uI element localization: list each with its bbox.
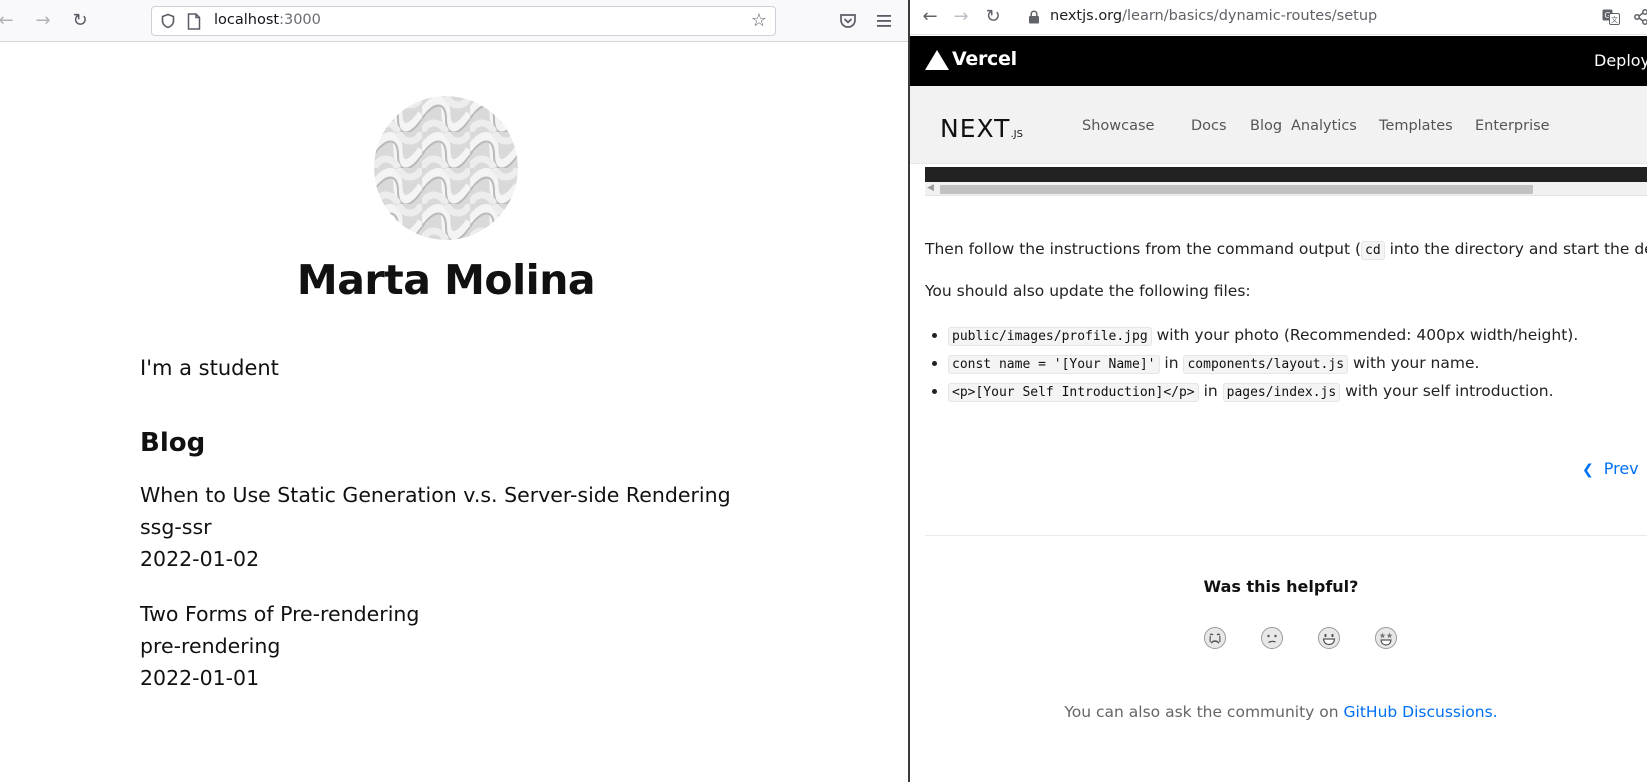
files-list: public/images/profile.jpg with your phot… (931, 322, 1579, 406)
community-note: You can also ask the community on GitHub… (910, 703, 1647, 721)
code-block (925, 167, 1647, 182)
list-text: in (1159, 354, 1184, 372)
prev-label: Prev (1603, 459, 1639, 478)
list-item: <p>[Your Self Introduction]</p> in pages… (931, 378, 1578, 406)
nav-showcase[interactable]: Showcase (1082, 118, 1154, 134)
nav-templates[interactable]: Templates (1379, 118, 1453, 134)
bookmark-star-icon[interactable]: ☆ (749, 11, 769, 31)
url-path: /learn/basics/dynamic-routes/setup (1122, 8, 1378, 24)
inline-code: cd (1361, 241, 1385, 260)
update-files-paragraph: You should also update the following fil… (925, 282, 1251, 300)
inline-code: pages/index.js (1222, 383, 1341, 402)
github-discussions-link[interactable]: GitHub Discussions (1344, 703, 1493, 721)
scroll-left-arrow-icon[interactable]: ◀ (927, 183, 934, 193)
nav-docs[interactable]: Docs (1191, 118, 1227, 134)
url-host: localhost (214, 12, 280, 28)
list-text: with your name. (1348, 354, 1480, 372)
hamburger-menu-icon[interactable] (874, 11, 894, 31)
svg-text:文: 文 (1611, 15, 1618, 24)
vercel-triangle-icon[interactable] (925, 50, 949, 70)
list-text: with your photo (Recommended: 400px widt… (1151, 326, 1579, 344)
logo-main-text: NEXT (940, 114, 1011, 143)
deploy-button[interactable]: Deploy (1594, 51, 1647, 70)
inline-code: <p>[Your Self Introduction]</p> (948, 383, 1199, 402)
chrome-toolbar: ← → ↻ nextjs.org/learn/basics/dynamic-ro… (910, 0, 1647, 35)
post-title: Two Forms of Pre-rendering (140, 602, 420, 626)
horizontal-scrollbar[interactable]: ◀ (925, 182, 1647, 196)
post-date: 2022-01-02 (140, 547, 260, 571)
inline-code: const name = '[Your Name]' (948, 355, 1160, 374)
feedback-question: Was this helpful? (1203, 577, 1359, 596)
list-text: with your self introduction. (1340, 382, 1554, 400)
reload-icon[interactable]: ↻ (70, 11, 90, 31)
firefox-toolbar: ← → ↻ localhost:3000 ☆ (0, 0, 908, 42)
back-arrow-icon[interactable]: ← (0, 11, 16, 31)
translate-icon[interactable]: G 文 (1602, 9, 1620, 25)
self-introduction: I'm a student (140, 356, 279, 380)
blog-post-item: Two Forms of Pre-rendering pre-rendering… (140, 598, 419, 694)
list-item: public/images/profile.jpg with your phot… (931, 322, 1579, 350)
address-bar[interactable]: localhost:3000 ☆ (151, 6, 776, 36)
localhost-page: Marta Molina I'm a student Blog When to … (0, 42, 908, 782)
logo-sub-text: .JS (1010, 129, 1023, 140)
reload-icon[interactable]: ↻ (983, 7, 1003, 27)
section-divider (925, 535, 1647, 536)
nav-blog[interactable]: Blog (1250, 118, 1282, 134)
url-host: nextjs.org (1050, 8, 1123, 24)
crying-face-icon[interactable] (1203, 626, 1227, 650)
blog-post-item: When to Use Static Generation v.s. Serve… (140, 479, 731, 575)
left-browser-window: ← → ↻ localhost:3000 ☆ Marta Molina I'm … (0, 0, 908, 782)
post-date: 2022-01-01 (140, 666, 260, 690)
profile-name: Marta Molina (296, 256, 596, 304)
grinning-face-icon[interactable] (1317, 626, 1341, 650)
post-id: pre-rendering (140, 634, 281, 658)
para-text: Then follow the instructions from the co… (925, 240, 1362, 258)
share-icon[interactable] (1632, 8, 1647, 26)
community-text: You can also ask the community on (1064, 703, 1344, 721)
para-text: into the directory and start the deve (1384, 240, 1647, 258)
forward-arrow-icon[interactable]: → (33, 11, 53, 31)
list-text: in (1198, 382, 1223, 400)
forward-arrow-icon[interactable]: → (951, 7, 971, 27)
lock-icon[interactable] (1028, 10, 1040, 24)
inline-code: public/images/profile.jpg (948, 327, 1152, 346)
instructions-paragraph: Then follow the instructions from the co… (925, 240, 1647, 260)
community-period: . (1492, 703, 1498, 721)
nav-enterprise[interactable]: Enterprise (1475, 118, 1550, 134)
inline-code: components/layout.js (1183, 355, 1349, 374)
star-struck-face-icon[interactable] (1374, 626, 1398, 650)
list-item: const name = '[Your Name]' in components… (931, 350, 1578, 378)
shield-icon[interactable] (160, 13, 176, 29)
prev-link[interactable]: ❮ Prev (1582, 459, 1639, 478)
chevron-left-icon: ❮ (1582, 462, 1594, 478)
url-text: localhost:3000 (214, 12, 321, 28)
post-title: When to Use Static Generation v.s. Serve… (140, 483, 731, 507)
right-browser-window: ← → ↻ nextjs.org/learn/basics/dynamic-ro… (910, 0, 1647, 782)
blog-heading: Blog (140, 428, 206, 458)
nextjs-logo[interactable]: NEXT.JS (940, 114, 1023, 143)
confused-face-icon[interactable] (1260, 626, 1284, 650)
post-id: ssg-ssr (140, 515, 212, 539)
back-arrow-icon[interactable]: ← (920, 7, 940, 27)
vercel-banner: Vercel Deploy (910, 36, 1647, 86)
page-icon (187, 13, 201, 30)
address-bar[interactable]: nextjs.org/learn/basics/dynamic-routes/s… (1050, 8, 1377, 24)
screen: ← → ↻ localhost:3000 ☆ Marta Molina I'm … (0, 0, 1647, 782)
profile-avatar (374, 96, 518, 240)
scrollbar-thumb[interactable] (940, 185, 1533, 194)
vercel-brand[interactable]: Vercel (952, 48, 1017, 70)
nav-analytics[interactable]: Analytics (1291, 118, 1357, 134)
nextjs-header: NEXT.JS Showcase Docs Blog Analytics Tem… (910, 86, 1647, 164)
pocket-icon[interactable] (838, 11, 858, 31)
url-port: :3000 (279, 12, 321, 28)
